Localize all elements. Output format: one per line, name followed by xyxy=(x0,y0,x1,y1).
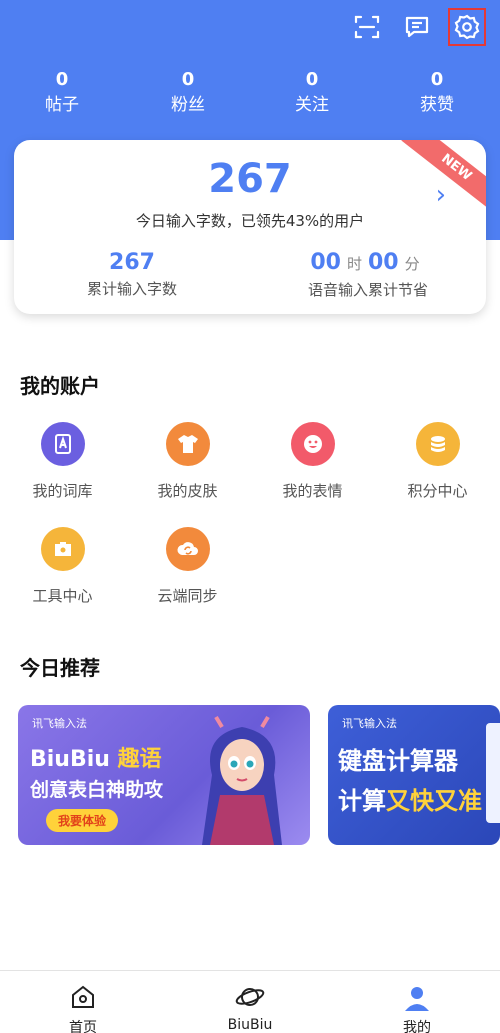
profile-icon xyxy=(367,981,467,1013)
message-button[interactable] xyxy=(398,8,436,46)
banner-subtitle-part2: 又快又准 xyxy=(386,787,482,815)
voice-hours: 00 xyxy=(310,250,341,275)
input-stats-card[interactable]: NEW 267 › 今日输入字数，已领先43%的用户 267 累计输入字数 00… xyxy=(14,140,486,314)
total-label: 累计输入字数 xyxy=(86,280,177,298)
tab-label: 首页 xyxy=(69,1020,97,1033)
grid-item-label: 云端同步 xyxy=(157,587,218,605)
chevron-right-icon[interactable]: › xyxy=(436,180,446,210)
settings-button[interactable] xyxy=(448,8,486,46)
total-input-block: 267 累计输入字数 xyxy=(14,248,250,300)
grid-item-label: 我的词库 xyxy=(32,482,93,500)
recommend-section-title: 今日推荐 xyxy=(20,656,100,680)
grid-item-label: 我的皮肤 xyxy=(157,482,218,500)
tab-mine[interactable]: 我的 xyxy=(367,981,467,1033)
stat-likes[interactable]: 0 获赞 xyxy=(387,68,487,118)
total-count: 267 xyxy=(109,250,155,275)
stat-label: 获赞 xyxy=(420,95,454,115)
scan-icon xyxy=(354,15,380,39)
grid-item-emoji[interactable]: 我的表情 xyxy=(250,422,375,512)
cloud-sync-icon xyxy=(165,527,210,571)
banner-keyboard-calculator[interactable]: 讯飞输入法 键盘计算器 计算又快又准 xyxy=(328,705,500,845)
banner-subtitle-part1: 计算 xyxy=(338,787,386,815)
try-now-button[interactable]: 我要体验 xyxy=(46,809,119,832)
stat-label: 粉丝 xyxy=(171,95,205,115)
coins-icon xyxy=(415,422,460,466)
grid-item-dictionary[interactable]: 我的词库 xyxy=(0,422,125,512)
banner-title: 键盘计算器 xyxy=(338,747,458,775)
scan-button[interactable] xyxy=(348,8,386,46)
today-text: 今日输入字数，已领先43%的用户 xyxy=(135,212,365,230)
grid-item-skin[interactable]: 我的皮肤 xyxy=(125,422,250,512)
skin-shirt-icon xyxy=(165,422,210,466)
grid-item-label: 积分中心 xyxy=(407,482,468,500)
grid-item-label: 我的表情 xyxy=(282,482,343,500)
stat-label: 帖子 xyxy=(45,95,79,115)
grid-item-label: 工具中心 xyxy=(32,587,93,605)
tab-biubiu[interactable]: BiuBiu xyxy=(200,981,300,1033)
stat-posts[interactable]: 0 帖子 xyxy=(12,68,112,118)
banner-title-part1: BiuBiu xyxy=(30,747,110,772)
account-section-title: 我的账户 xyxy=(20,374,100,398)
tab-home[interactable]: 首页 xyxy=(33,981,133,1033)
profile-stats: 0 帖子 0 粉丝 0 关注 0 获赞 xyxy=(0,68,500,124)
stat-value: 0 xyxy=(430,69,444,90)
stat-following[interactable]: 0 关注 xyxy=(262,68,362,118)
stat-fans[interactable]: 0 粉丝 xyxy=(138,68,238,118)
emoji-icon xyxy=(290,422,335,466)
settings-icon xyxy=(454,14,480,40)
voice-label: 语音输入累计节省 xyxy=(307,281,428,299)
banner-title-part2: 趣语 xyxy=(117,747,162,772)
banner-brand: 讯飞输入法 xyxy=(32,717,87,730)
banner-title: BiuBiu 趣语 xyxy=(30,741,162,773)
stat-value: 0 xyxy=(305,69,319,90)
home-icon xyxy=(33,981,133,1013)
tab-label: 我的 xyxy=(403,1020,431,1033)
grid-item-cloud-sync[interactable]: 云端同步 xyxy=(125,527,250,617)
stat-label: 关注 xyxy=(295,95,329,115)
bottom-tab-bar: 首页 BiuBiu 我的 xyxy=(0,970,500,1033)
voice-minutes: 00 xyxy=(368,250,399,275)
minute-unit: 分 xyxy=(404,255,420,273)
stat-value: 0 xyxy=(181,69,195,90)
banner-subtitle: 计算又快又准 xyxy=(338,781,482,816)
hour-unit: 时 xyxy=(346,255,362,273)
banner-brand: 讯飞输入法 xyxy=(342,717,397,730)
cartoon-girl-illustration xyxy=(202,715,282,845)
today-count: 267 xyxy=(208,156,292,202)
planet-icon xyxy=(200,981,300,1013)
phone-illustration xyxy=(486,723,500,823)
tab-label: BiuBiu xyxy=(227,1017,273,1033)
banner-subtitle: 创意表白神助攻 xyxy=(30,779,164,801)
stat-value: 0 xyxy=(55,69,69,90)
toolbox-icon xyxy=(40,527,85,571)
voice-saved-block: 00 时 00 分 语音输入累计节省 xyxy=(250,248,486,301)
dictionary-icon xyxy=(40,422,85,466)
message-icon xyxy=(405,16,429,38)
banner-biubiu[interactable]: 讯飞输入法 BiuBiu 趣语 创意表白神助攻 我要体验 xyxy=(18,705,310,845)
grid-item-points[interactable]: 积分中心 xyxy=(375,422,500,512)
grid-item-tools[interactable]: 工具中心 xyxy=(0,527,125,617)
